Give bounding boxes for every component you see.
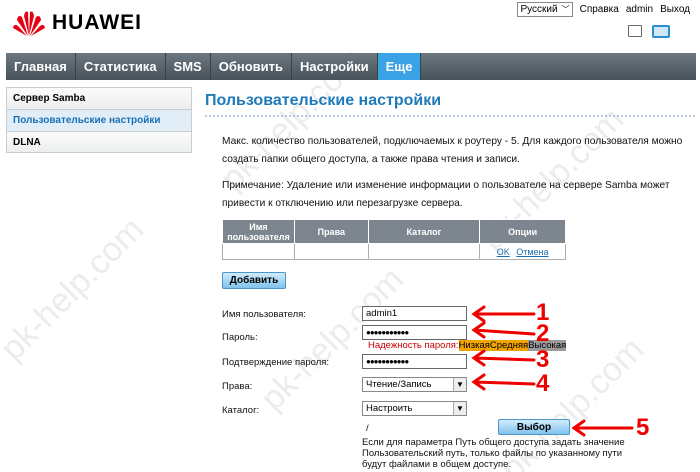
nav-statistics[interactable]: Статистика <box>76 53 166 80</box>
help-link[interactable]: Справка <box>580 4 619 15</box>
rights-label: Права: <box>222 381 253 392</box>
page: pk-help.com pk-help.com pk-help.com pk-h… <box>0 0 700 472</box>
annotation-arrow-5 <box>571 419 634 437</box>
annotation-arrows <box>471 305 536 391</box>
view-switcher <box>628 25 670 38</box>
cancel-link[interactable]: Отмена <box>516 247 548 257</box>
chevron-down-icon: ﹀ <box>561 5 570 14</box>
users-table: Имя пользователя Права Каталог Опции OK … <box>222 219 566 260</box>
sidebar-item-dlna[interactable]: DLNA <box>6 131 192 153</box>
catalog-value: Настроить <box>366 403 413 414</box>
chevron-down-icon: ▼ <box>453 402 466 415</box>
main-nav: Главная Статистика SMS Обновить Настройк… <box>6 53 696 80</box>
cell-username <box>222 243 295 260</box>
catalog-label: Каталог: <box>222 405 260 416</box>
password-label: Пароль: <box>222 332 258 343</box>
ok-link[interactable]: OK <box>497 247 510 257</box>
arrow-left-icon <box>471 349 536 367</box>
path-value: / <box>366 423 369 434</box>
username-input[interactable]: admin1 <box>362 306 467 321</box>
logout-link[interactable]: Выход <box>660 4 690 15</box>
top-links: Русский ﹀ Справка admin Выход <box>517 2 690 17</box>
arrow-left-icon <box>471 373 536 391</box>
col-username: Имя пользователя <box>222 219 295 244</box>
nav-settings[interactable]: Настройки <box>292 53 378 80</box>
sidebar-item-samba[interactable]: Сервер Samba <box>6 87 192 109</box>
huawei-logo-icon <box>13 11 45 36</box>
col-rights: Права <box>293 219 369 244</box>
chevron-down-icon: ▼ <box>453 378 466 391</box>
user-name: admin <box>625 4 654 15</box>
language-select[interactable]: Русский ﹀ <box>517 2 573 17</box>
language-value: Русский <box>520 4 558 15</box>
arrow-left-icon <box>571 419 634 437</box>
desktop-view-icon[interactable] <box>628 25 642 37</box>
note-text: Примечание: Удаление или изменение инфор… <box>222 180 670 209</box>
catalog-select[interactable]: Настроить ▼ <box>362 401 467 416</box>
info-text: Макс. количество пользователей, подключа… <box>222 136 683 165</box>
arrow-left-icon <box>471 305 536 323</box>
nav-update[interactable]: Обновить <box>211 53 292 80</box>
table-header-row: Имя пользователя Права Каталог Опции <box>222 219 566 244</box>
cell-catalog <box>367 243 481 260</box>
nav-sms[interactable]: SMS <box>166 53 211 80</box>
nav-more[interactable]: Еще <box>377 53 422 80</box>
add-button[interactable]: Добавить <box>222 272 286 289</box>
page-title: Пользовательские настройки <box>205 92 442 109</box>
strength-label: Надежность пароля: <box>368 340 459 351</box>
logo: HUAWEI <box>12 8 142 38</box>
choose-button[interactable]: Выбор <box>498 419 570 435</box>
cell-rights <box>293 243 369 260</box>
col-catalog: Каталог <box>367 219 481 244</box>
annotation-5: 5 <box>636 414 650 441</box>
sidebar-item-user-settings[interactable]: Пользовательские настройки <box>6 109 192 131</box>
sidebar: Сервер Samba Пользовательские настройки … <box>6 87 192 153</box>
username-label: Имя пользователя: <box>222 309 306 320</box>
confirm-password-input[interactable]: ●●●●●●●●●●● <box>362 354 467 369</box>
brand-name: HUAWEI <box>52 11 142 34</box>
rights-value: Чтение/Запись <box>366 379 432 390</box>
cell-options: OK Отмена <box>479 243 566 260</box>
tv-view-icon[interactable] <box>652 25 670 38</box>
col-options: Опции <box>479 219 566 244</box>
watermark: pk-help.com <box>0 210 152 369</box>
confirm-password-label: Подтверждение пароля: <box>222 357 330 368</box>
path-hint: Если для параметра Путь общего доступа з… <box>362 437 625 470</box>
arrow-left-icon <box>471 321 536 339</box>
table-row: OK Отмена <box>222 243 566 260</box>
rights-select[interactable]: Чтение/Запись ▼ <box>362 377 467 392</box>
title-divider <box>205 115 695 117</box>
nav-home[interactable]: Главная <box>6 53 76 80</box>
password-input[interactable]: ●●●●●●●●●●● <box>362 325 467 340</box>
